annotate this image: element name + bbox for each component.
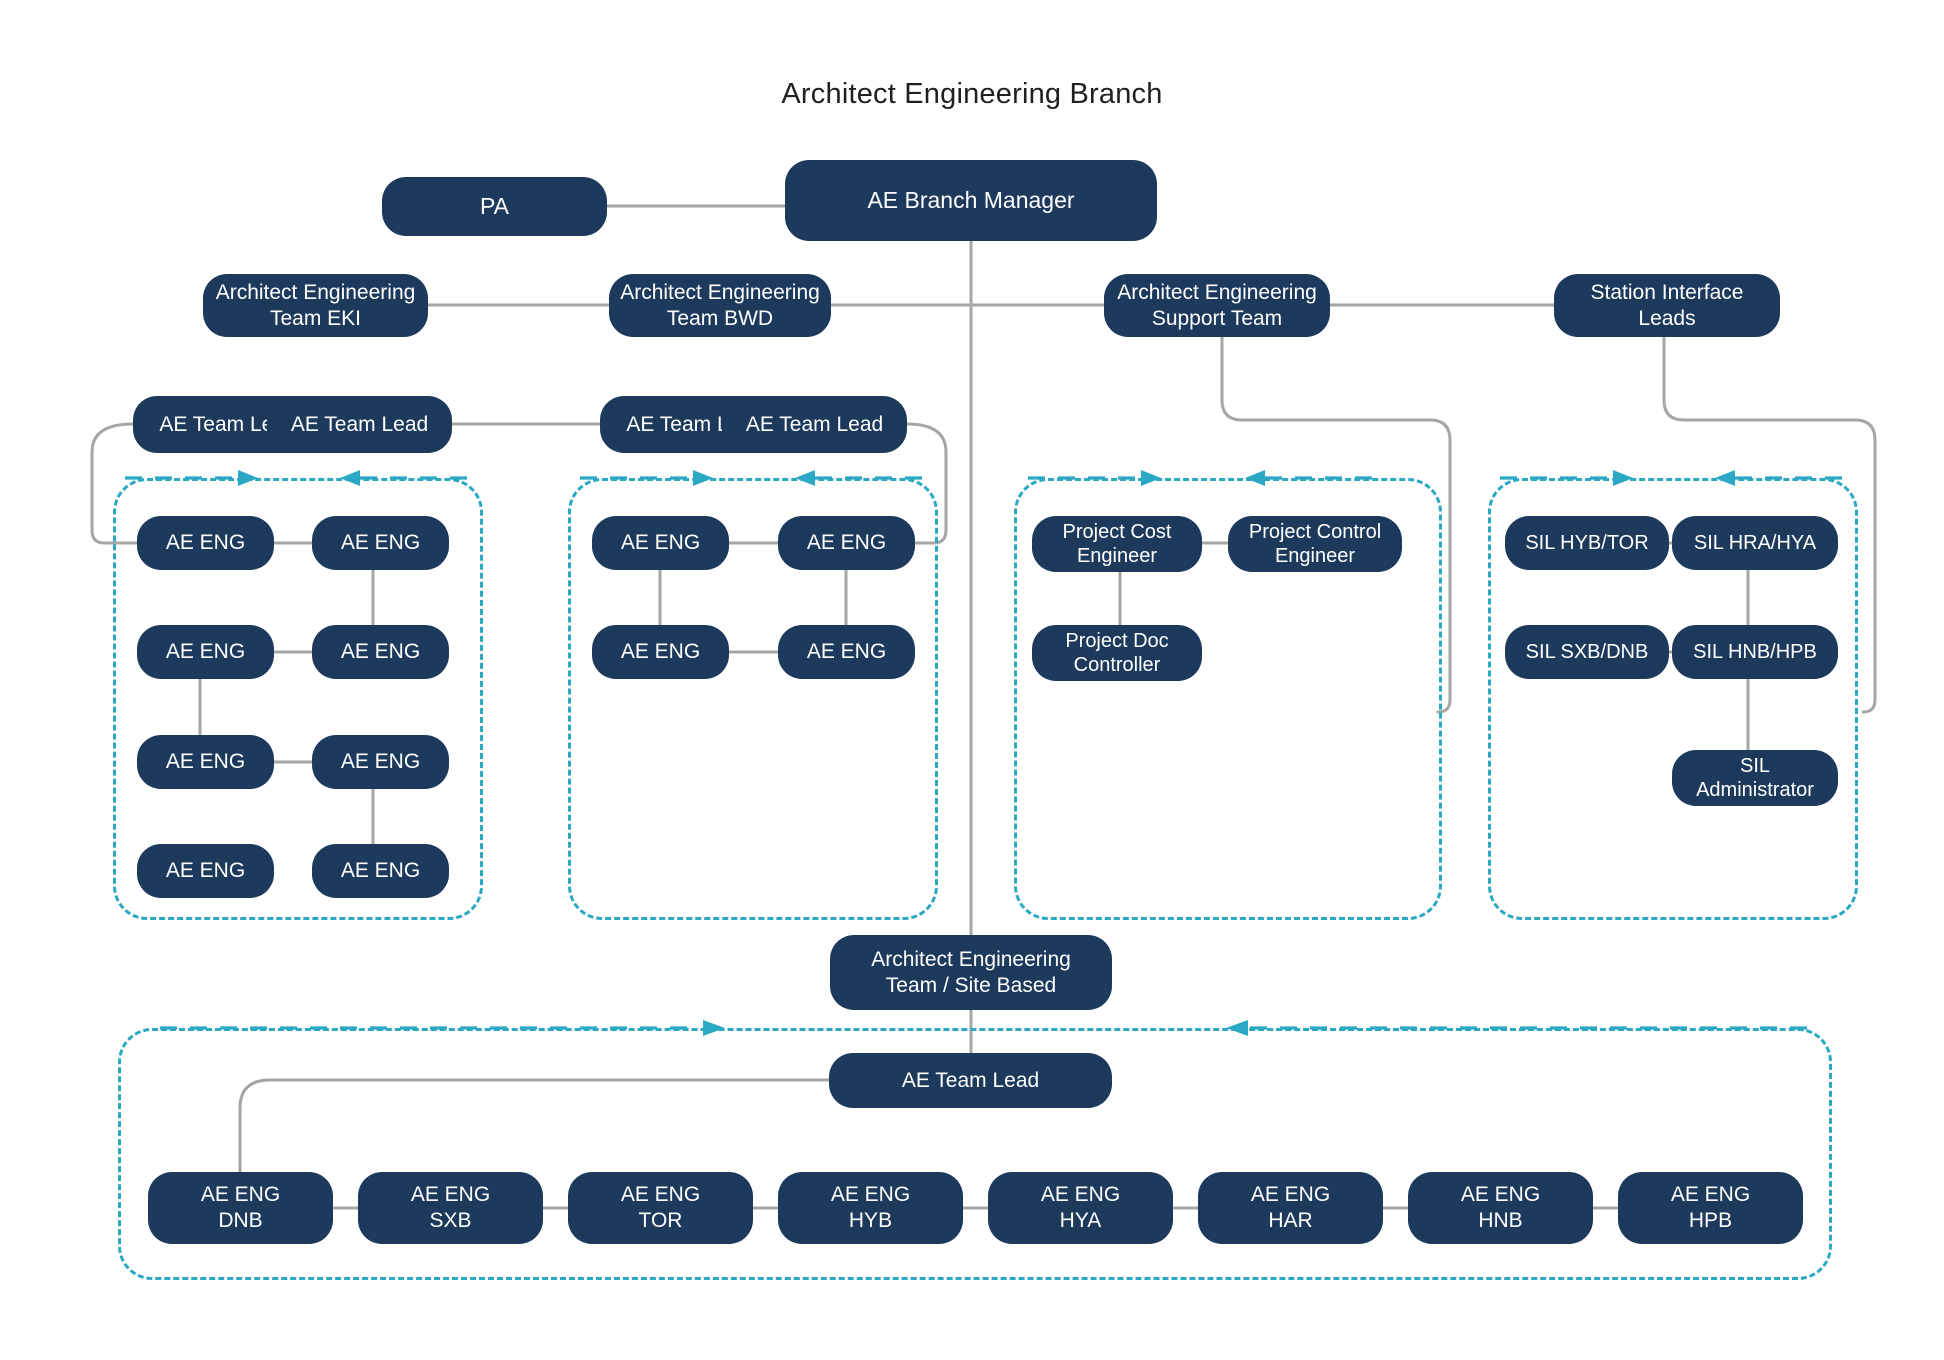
node-site-eng-sxb[interactable]: AE ENG SXB	[358, 1172, 543, 1244]
node-pa-label: PA	[480, 193, 509, 220]
org-chart-canvas: Architect Engineering Branch PA AE Branc…	[0, 0, 1944, 1360]
node-sil-administrator[interactable]: SIL Administrator	[1672, 750, 1838, 806]
node-sil-hnb-hpb-label: SIL HNB/HPB	[1693, 640, 1817, 663]
node-eki-eng-1-label: AE ENG	[165, 531, 246, 555]
node-project-cost-engineer[interactable]: Project Cost Engineer	[1032, 516, 1202, 572]
node-support-team-line1: Architect Engineering	[1117, 280, 1317, 304]
node-eki-eng-3-label: AE ENG	[165, 640, 246, 664]
node-eki-eng-2-label: AE ENG	[340, 531, 421, 555]
node-station-interface-leads[interactable]: Station Interface Leads	[1554, 274, 1780, 337]
node-sil-hra-hya-label: SIL HRA/HYA	[1693, 531, 1817, 554]
node-ae-team-lead-eki-2[interactable]: AE Team Lead	[267, 396, 452, 453]
node-site-eng-dnb[interactable]: AE ENG DNB	[148, 1172, 333, 1244]
node-site-eng-tor[interactable]: AE ENG TOR	[568, 1172, 753, 1244]
node-site-ae-team-lead-label: AE Team Lead	[901, 1068, 1040, 1092]
node-bwd-eng-4-label: AE ENG	[806, 640, 887, 664]
node-eki-eng-3[interactable]: AE ENG	[137, 625, 274, 679]
node-site-eng-hya-site: HYA	[1059, 1209, 1102, 1232]
node-site-eng-tor-site: TOR	[638, 1209, 683, 1232]
node-station-interface-leads-label: Station Interface Leads	[1590, 280, 1744, 330]
node-team-bwd-line2: Team BWD	[666, 306, 774, 330]
node-ae-branch-manager-label: AE Branch Manager	[867, 187, 1075, 214]
node-sil-hyb-tor-label: SIL HYB/TOR	[1525, 531, 1649, 554]
node-site-eng-tor-role: AE ENG	[620, 1183, 701, 1207]
node-eki-eng-8[interactable]: AE ENG	[312, 844, 449, 898]
node-site-ae-team-lead[interactable]: AE Team Lead	[829, 1053, 1112, 1108]
node-bwd-eng-1[interactable]: AE ENG	[592, 516, 729, 570]
node-pa[interactable]: PA	[382, 177, 607, 236]
node-site-eng-sxb-site: SXB	[429, 1209, 472, 1232]
node-site-eng-hpb[interactable]: AE ENG HPB	[1618, 1172, 1803, 1244]
node-team-eki-line1: Architect Engineering	[215, 280, 416, 304]
node-eki-eng-1[interactable]: AE ENG	[137, 516, 274, 570]
node-sil-sxb-dnb-label: SIL SXB/DNB	[1525, 640, 1649, 663]
node-site-eng-har[interactable]: AE ENG HAR	[1198, 1172, 1383, 1244]
node-eki-eng-5-label: AE ENG	[165, 750, 246, 774]
node-site-eng-sxb-role: AE ENG	[410, 1183, 491, 1207]
node-team-eki[interactable]: Architect Engineering Team EKI	[203, 274, 428, 337]
node-site-eng-har-role: AE ENG	[1250, 1183, 1331, 1207]
node-project-cost-engineer-line1: Project Cost	[1062, 520, 1172, 543]
node-site-eng-hyb[interactable]: AE ENG HYB	[778, 1172, 963, 1244]
node-bwd-eng-4[interactable]: AE ENG	[778, 625, 915, 679]
node-ae-team-lead-bwd-2[interactable]: AE Team Lead	[722, 396, 907, 453]
node-ae-team-lead-bwd-2-label: AE Team Lead	[745, 412, 884, 436]
node-site-eng-hya-role: AE ENG	[1040, 1183, 1121, 1207]
node-site-eng-har-site: HAR	[1268, 1209, 1313, 1232]
node-sil-hra-hya[interactable]: SIL HRA/HYA	[1672, 516, 1838, 570]
node-project-doc-controller-line1: Project Doc	[1065, 629, 1169, 652]
node-site-eng-hyb-site: HYB	[848, 1209, 893, 1232]
node-bwd-eng-1-label: AE ENG	[620, 531, 701, 555]
node-team-bwd[interactable]: Architect Engineering Team BWD	[609, 274, 831, 337]
node-eki-eng-6-label: AE ENG	[340, 750, 421, 774]
node-eki-eng-6[interactable]: AE ENG	[312, 735, 449, 789]
node-project-control-engineer-line2: Engineer	[1274, 545, 1356, 567]
node-eki-eng-2[interactable]: AE ENG	[312, 516, 449, 570]
node-sil-hyb-tor[interactable]: SIL HYB/TOR	[1505, 516, 1669, 570]
node-site-eng-hpb-site: HPB	[1688, 1209, 1733, 1232]
node-site-based-team-line2: Team / Site Based	[885, 973, 1057, 997]
node-project-doc-controller[interactable]: Project Doc Controller	[1032, 625, 1202, 681]
page-title: Architect Engineering Branch	[781, 78, 1163, 110]
node-project-control-engineer-line1: Project Control	[1248, 520, 1382, 543]
node-ae-team-lead-eki-2-label: AE Team Lead	[290, 412, 429, 436]
node-sil-hnb-hpb[interactable]: SIL HNB/HPB	[1672, 625, 1838, 679]
node-project-cost-engineer-line2: Engineer	[1076, 545, 1158, 567]
node-support-team[interactable]: Architect Engineering Support Team	[1104, 274, 1330, 337]
node-project-control-engineer[interactable]: Project Control Engineer	[1228, 516, 1402, 572]
node-site-eng-hyb-role: AE ENG	[830, 1183, 911, 1207]
node-bwd-eng-3-label: AE ENG	[620, 640, 701, 664]
node-site-eng-hnb-site: HNB	[1478, 1209, 1523, 1232]
node-bwd-eng-2[interactable]: AE ENG	[778, 516, 915, 570]
node-eki-eng-4[interactable]: AE ENG	[312, 625, 449, 679]
node-site-eng-hpb-role: AE ENG	[1670, 1183, 1751, 1207]
node-ae-branch-manager[interactable]: AE Branch Manager	[785, 160, 1157, 241]
node-eki-eng-7-label: AE ENG	[165, 859, 246, 883]
node-team-bwd-line1: Architect Engineering	[620, 280, 820, 304]
node-eki-eng-7[interactable]: AE ENG	[137, 844, 274, 898]
node-site-eng-hya[interactable]: AE ENG HYA	[988, 1172, 1173, 1244]
node-sil-administrator-line2: Administrator	[1696, 779, 1814, 801]
node-eki-eng-4-label: AE ENG	[340, 640, 421, 664]
node-support-team-line2: Support Team	[1151, 306, 1283, 330]
node-site-eng-dnb-site: DNB	[218, 1209, 263, 1232]
node-site-based-team-line1: Architect Engineering	[871, 947, 1071, 971]
node-bwd-eng-2-label: AE ENG	[806, 531, 887, 555]
node-sil-administrator-line1: SIL	[1739, 754, 1771, 777]
node-site-based-team[interactable]: Architect Engineering Team / Site Based	[830, 935, 1112, 1010]
node-site-eng-hnb-role: AE ENG	[1460, 1183, 1541, 1207]
node-eki-eng-5[interactable]: AE ENG	[137, 735, 274, 789]
node-bwd-eng-3[interactable]: AE ENG	[592, 625, 729, 679]
node-team-eki-line2: Team EKI	[269, 306, 362, 330]
node-site-eng-hnb[interactable]: AE ENG HNB	[1408, 1172, 1593, 1244]
node-eki-eng-8-label: AE ENG	[340, 859, 421, 883]
node-sil-sxb-dnb[interactable]: SIL SXB/DNB	[1505, 625, 1669, 679]
node-project-doc-controller-line2: Controller	[1073, 654, 1161, 676]
node-site-eng-dnb-role: AE ENG	[200, 1183, 281, 1207]
